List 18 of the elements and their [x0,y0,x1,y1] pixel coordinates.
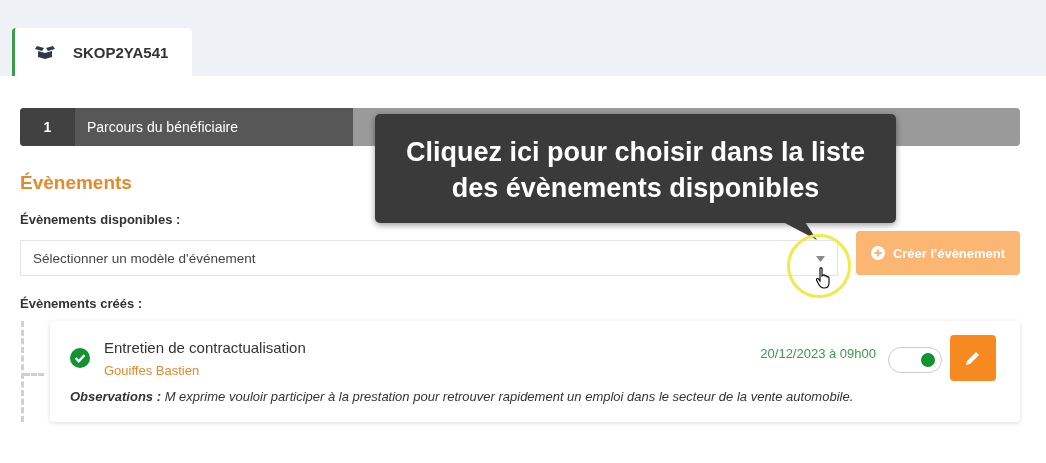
event-person: Gouiffes Bastien [104,362,201,378]
plus-icon [870,246,885,260]
step[interactable]: 1 Parcours du bénéficiaire [20,108,353,146]
event-title: Entretien de contractualisation [104,338,307,356]
section-title: Évènements [20,172,132,194]
field-label: Évènements créés : [20,296,144,311]
pencil-icon [966,351,980,365]
event-select[interactable]: Sélectionner un modèle d'événement [20,240,838,276]
observations-text: Observations : M exprime vouloir participer à la prestation pour retrouver rapidement un emploi dans le secteur de la vente automobile. [70,389,855,404]
edit-button[interactable] [950,335,996,381]
box-icon [35,45,55,59]
record-tab[interactable]: SKOP2YA541 [12,28,192,76]
caret-icon [816,256,825,262]
hand-cursor-icon [816,267,832,289]
field-label: Évènements disponibles : [20,212,182,227]
tooltip: Cliquez ici pour choisir dans la liste des évènements disponibles [375,114,896,223]
tooltip-tail [783,222,817,240]
event-date: 20/12/2023 à 09h00 [760,345,876,361]
